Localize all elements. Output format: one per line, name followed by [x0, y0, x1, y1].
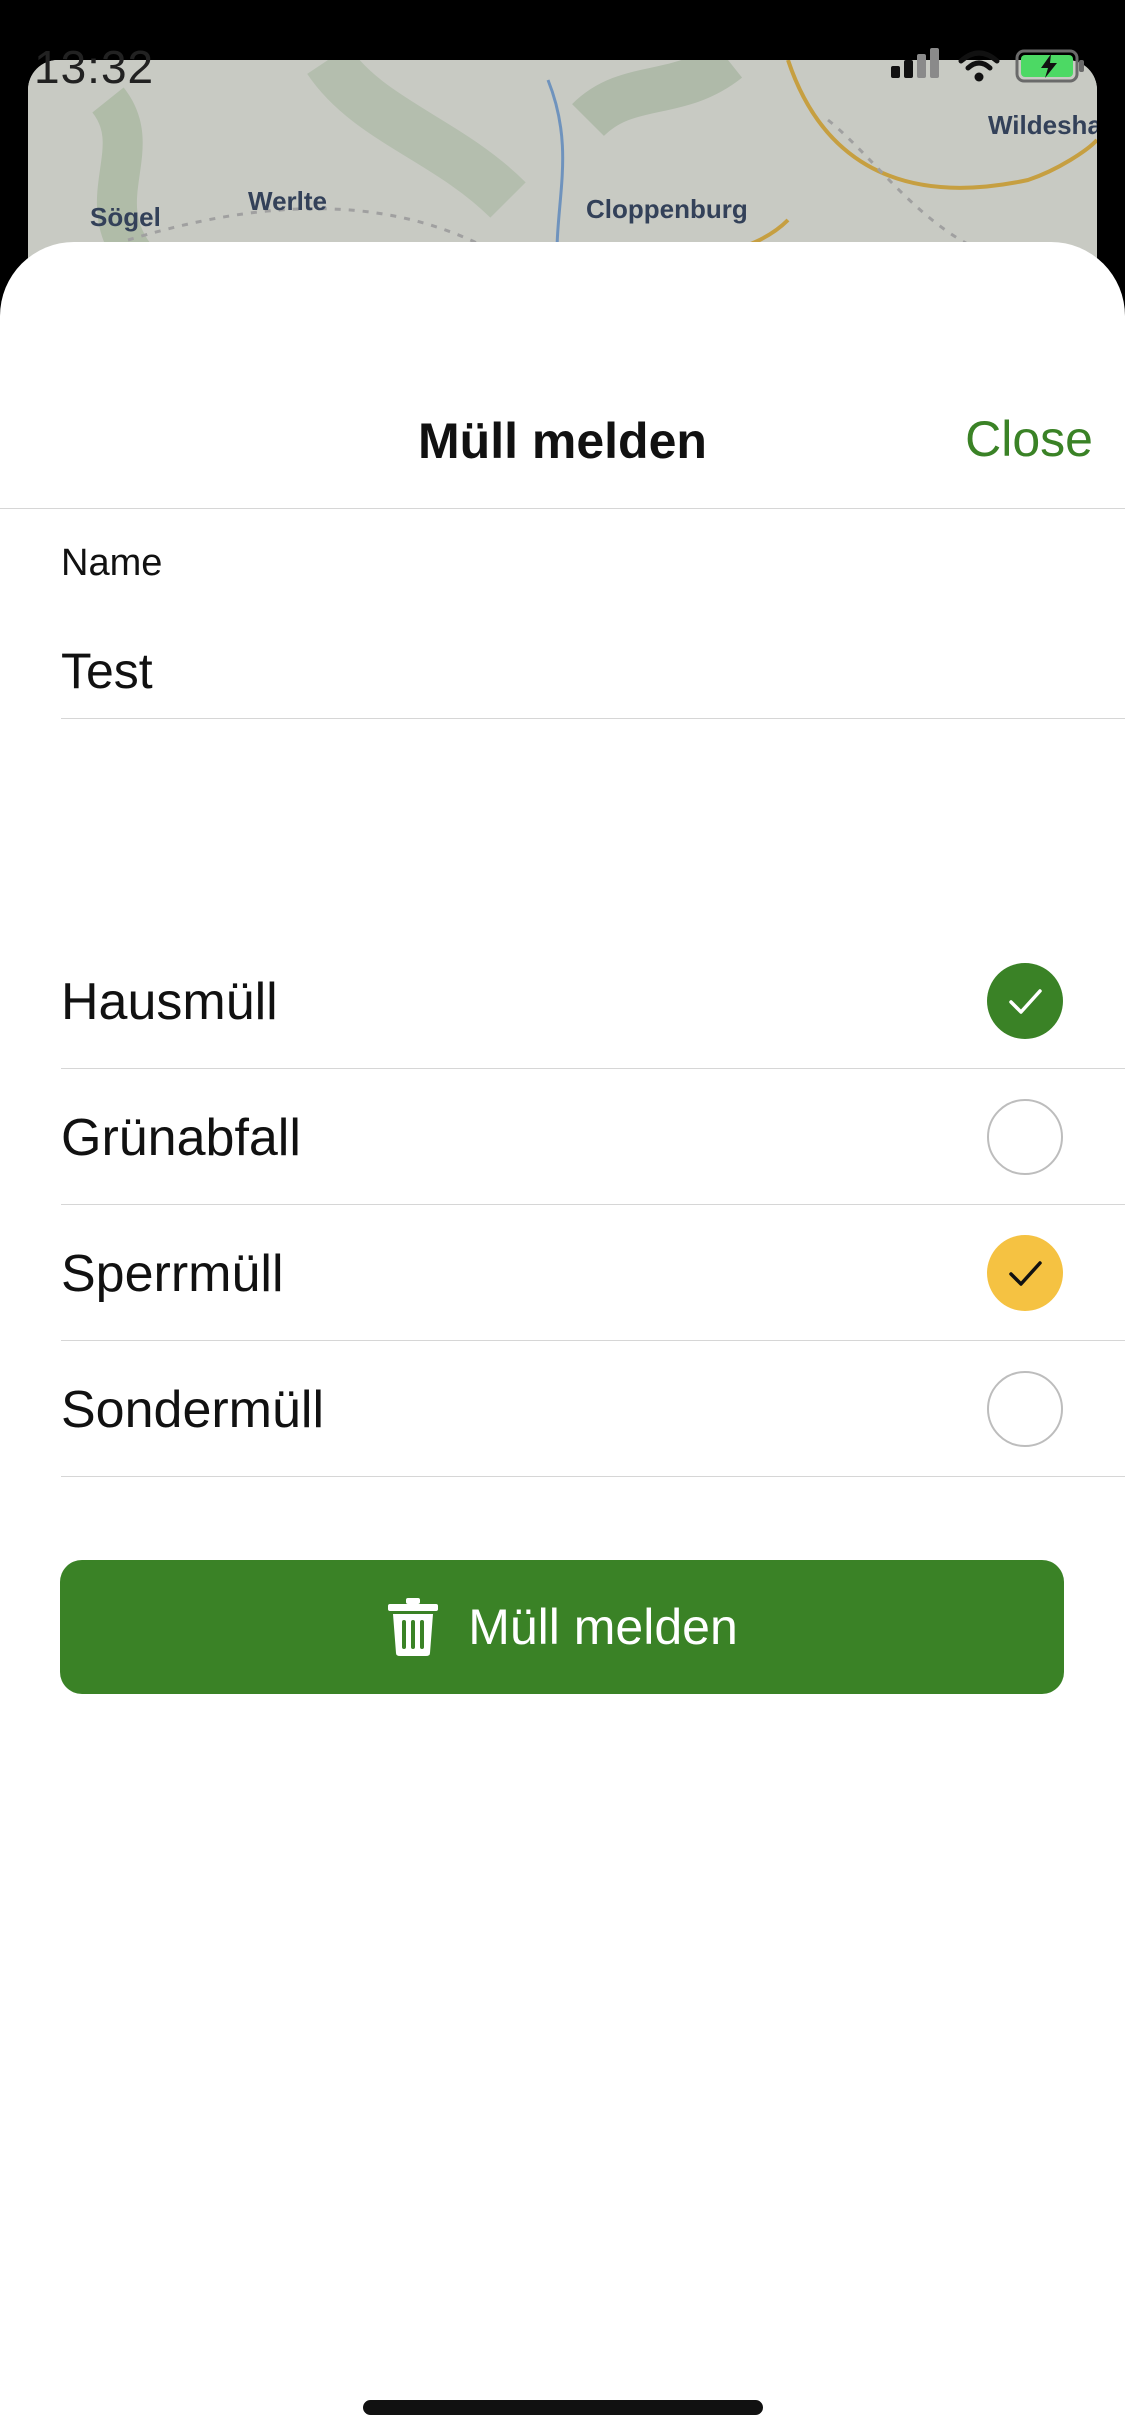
option-hausmull[interactable]: Hausmüll	[61, 932, 1125, 1069]
trash-icon	[388, 1598, 439, 1656]
option-grunabfall[interactable]: Grünabfall	[61, 1068, 1125, 1205]
name-field-divider	[61, 718, 1125, 719]
sheet-title: Müll melden	[418, 413, 707, 469]
wifi-icon	[958, 50, 1000, 82]
unchecked-circle-icon[interactable]	[987, 1371, 1063, 1447]
status-time: 13:32	[34, 41, 155, 93]
status-icons	[891, 48, 1087, 83]
option-label: Sondermüll	[61, 1381, 325, 1439]
report-waste-button-label: Müll melden	[468, 1599, 738, 1655]
close-button[interactable]: Close	[965, 410, 1093, 468]
report-sheet: Müll melden Close Name Hausmüll Grünabfa…	[0, 242, 1125, 2436]
battery-charging-icon	[1015, 49, 1084, 83]
checkmark-icon[interactable]	[987, 1235, 1063, 1311]
report-waste-button[interactable]: Müll melden	[60, 1560, 1064, 1694]
option-label: Grünabfall	[61, 1109, 301, 1167]
cellular-signal-icon	[891, 48, 943, 83]
unchecked-circle-icon[interactable]	[987, 1099, 1063, 1175]
option-sperrmull[interactable]: Sperrmüll	[61, 1204, 1125, 1341]
option-label: Hausmüll	[61, 973, 278, 1031]
name-field[interactable]	[61, 630, 1125, 712]
option-label: Sperrmüll	[61, 1245, 284, 1303]
checkmark-icon[interactable]	[987, 963, 1063, 1039]
sheet-nav-bar: Müll melden Close	[0, 392, 1125, 509]
name-field-label: Name	[61, 542, 163, 584]
option-sondermull[interactable]: Sondermüll	[61, 1340, 1125, 1477]
home-indicator	[363, 2400, 763, 2415]
